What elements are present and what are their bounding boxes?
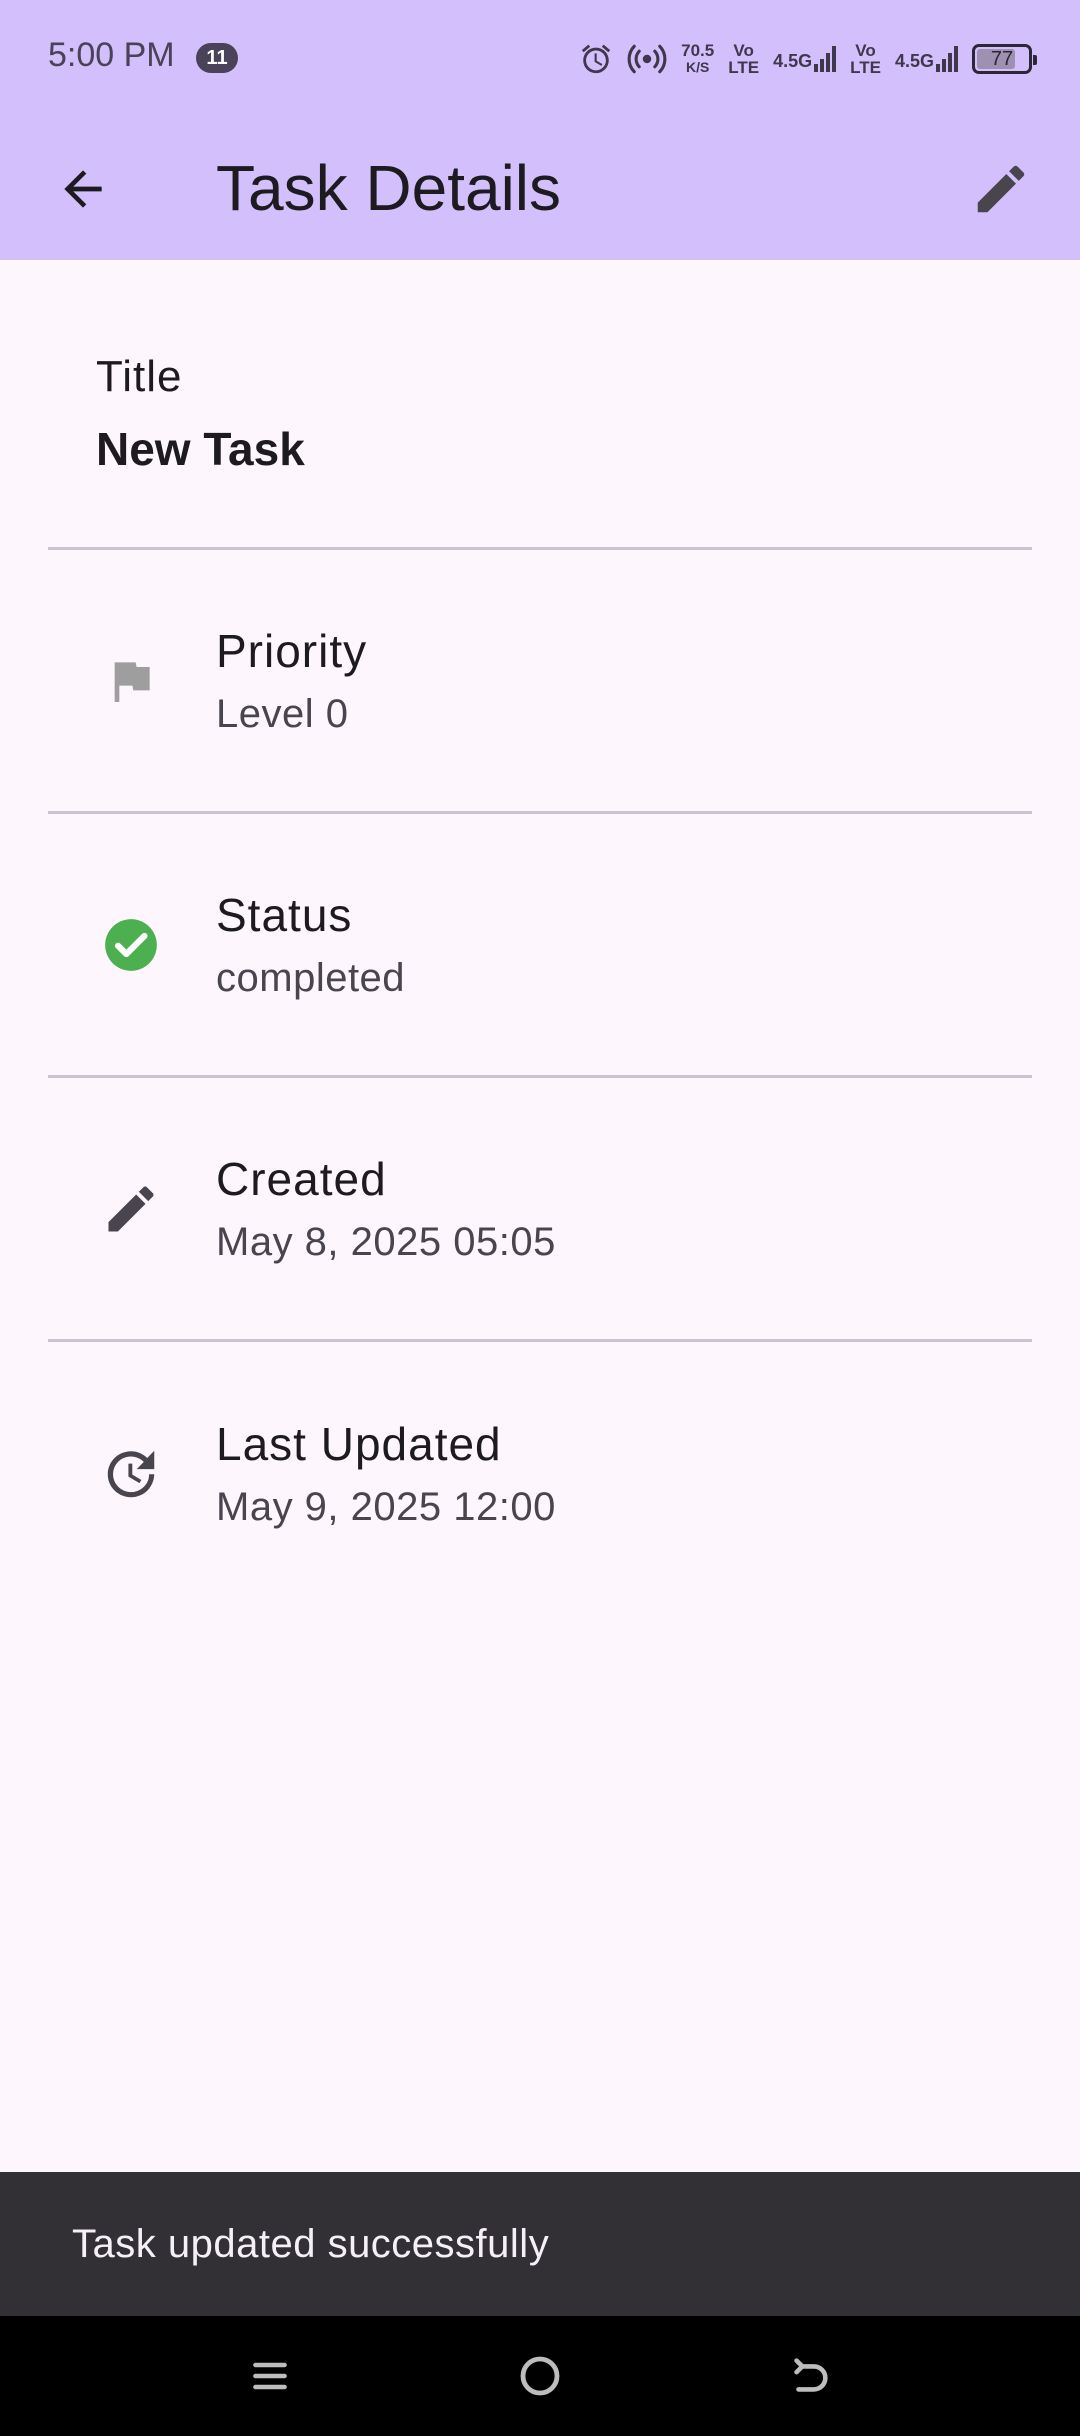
created-value: May 8, 2025 05:05: [216, 1220, 556, 1264]
last-updated-value: May 9, 2025 12:00: [216, 1485, 556, 1529]
status-row: Status completed: [48, 814, 1032, 1076]
network-speed-value: 70.5: [681, 41, 715, 60]
task-details-screen: 5:00 PM 11 70.5 K/S Vo LTE 4.5G Vo LTE 4…: [0, 0, 1080, 2436]
battery-level: 77: [990, 47, 1014, 70]
last-updated-text: Last Updated May 9, 2025 12:00: [216, 1416, 556, 1532]
status-text: Status completed: [216, 887, 405, 1003]
notification-count-badge: 11: [196, 43, 238, 73]
back-icon: [794, 2358, 828, 2392]
page-title: Task Details: [216, 152, 561, 224]
network-speed: 70.5 K/S: [681, 42, 714, 76]
status-value: completed: [216, 956, 406, 1000]
priority-text: Priority Level 0: [216, 623, 367, 739]
sim2-network-type: 4.5G: [894, 51, 934, 71]
app-bar: Task Details: [0, 118, 1080, 260]
sim2-signal: 4.5G: [895, 46, 958, 72]
system-nav-bar: [0, 2316, 1080, 2436]
snackbar: Task updated successfully: [0, 2172, 1080, 2316]
home-icon: [520, 2356, 560, 2396]
status-bar: 5:00 PM 11 70.5 K/S Vo LTE 4.5G Vo LTE 4…: [0, 0, 1080, 118]
nav-home-button[interactable]: [504, 2340, 576, 2412]
update-icon: [98, 1441, 164, 1507]
nav-back-button[interactable]: [774, 2340, 846, 2412]
edit-task-button[interactable]: [958, 146, 1044, 232]
snackbar-message: Task updated successfully: [72, 2222, 550, 2266]
last-updated-label: Last Updated: [216, 1418, 502, 1470]
sim2-volte-top: Vo: [855, 41, 876, 60]
sim1-network-type: 4.5G: [773, 51, 813, 71]
sim1-signal: 4.5G: [773, 46, 837, 72]
status-label: Status: [216, 889, 353, 941]
title-section: Title New Task: [96, 352, 305, 476]
sim1-volte-top: Vo: [733, 41, 754, 60]
alarm-icon: [579, 42, 613, 76]
pencil-icon: [98, 1176, 164, 1242]
priority-value: Level 0: [216, 692, 349, 736]
created-row: Created May 8, 2025 05:05: [48, 1078, 1032, 1340]
created-text: Created May 8, 2025 05:05: [216, 1151, 556, 1267]
signal-icon: [814, 46, 837, 72]
priority-label: Priority: [216, 625, 368, 677]
last-updated-row: Last Updated May 9, 2025 12:00: [48, 1342, 1032, 1606]
edit-icon: [977, 165, 1025, 213]
hotspot-icon: [627, 42, 667, 76]
sim1-volte: Vo LTE: [728, 42, 759, 76]
network-speed-unit: K/S: [686, 59, 710, 75]
signal-icon: [936, 46, 958, 72]
status-time: 5:00 PM: [48, 36, 175, 74]
nav-recents-button[interactable]: [234, 2340, 306, 2412]
flag-icon: [98, 648, 164, 714]
sim2-volte: Vo LTE: [850, 42, 881, 76]
priority-row: Priority Level 0: [48, 550, 1032, 812]
arrow-back-icon: [64, 170, 102, 208]
created-label: Created: [216, 1153, 387, 1205]
title-label: Title: [96, 352, 183, 401]
battery-icon: 77: [972, 44, 1037, 74]
menu-icon: [253, 2362, 287, 2390]
sim1-volte-bottom: LTE: [728, 58, 760, 77]
check-circle-icon: [98, 912, 164, 978]
status-icons: 70.5 K/S Vo LTE 4.5G Vo LTE 4.5G 77: [579, 34, 1037, 84]
back-button[interactable]: [40, 146, 126, 232]
title-value: New Task: [96, 423, 305, 475]
top-area: 5:00 PM 11 70.5 K/S Vo LTE 4.5G Vo LTE 4…: [0, 0, 1080, 260]
sim2-volte-bottom: LTE: [850, 58, 881, 77]
